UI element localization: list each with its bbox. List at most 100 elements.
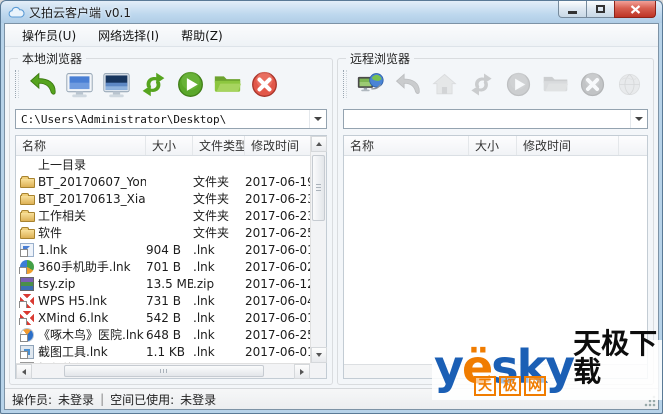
- remote-back-button[interactable]: [391, 68, 423, 100]
- column-header-size[interactable]: 大小: [469, 136, 517, 155]
- desktop-icon: [102, 70, 131, 99]
- toolbar-gripper[interactable]: [343, 70, 347, 98]
- file-row[interactable]: 360手机助手.lnk701 B.lnk2017-06-02 16:0: [16, 258, 310, 275]
- file-row[interactable]: XMind 6.lnk542 B.lnk2017-06-01 13:4: [16, 309, 310, 326]
- window-controls: [558, 1, 656, 18]
- horizontal-scrollbar[interactable]: [16, 363, 310, 378]
- file-size: 731 B: [146, 294, 193, 308]
- scroll-right-button[interactable]: [294, 364, 310, 379]
- file-row[interactable]: 截图工具.lnk1.1 KB.lnk2017-06-01 13:4: [16, 343, 310, 360]
- file-row[interactable]: 1.lnk904 B.lnk2017-06-01 13:4: [16, 241, 310, 258]
- file-row[interactable]: BT_20170607_YongH...文件夹2017-06-19 17:4: [16, 173, 310, 190]
- remote-file-list-body: [344, 156, 647, 364]
- maximize-button[interactable]: [587, 1, 614, 18]
- file-name: XMind 6.lnk: [38, 311, 146, 325]
- remote-home-button[interactable]: [428, 68, 460, 100]
- remote-address-combo[interactable]: [343, 109, 648, 129]
- minimize-icon: [568, 11, 577, 14]
- zip-icon: [20, 277, 34, 291]
- file-icon-cell: [16, 226, 38, 239]
- s360-icon: [20, 260, 34, 274]
- new-folder-button[interactable]: [211, 68, 243, 100]
- vertical-scrollbar[interactable]: [310, 136, 326, 363]
- column-header-name[interactable]: 名称: [16, 136, 146, 155]
- remote-site-button[interactable]: [613, 68, 645, 100]
- remote-horizontal-scroll-track[interactable]: [344, 364, 647, 378]
- menu-help[interactable]: 帮助(Z): [172, 24, 232, 47]
- file-type: 文件夹: [193, 173, 245, 190]
- file-row[interactable]: 《啄木鸟》医院.lnk648 B.lnk2017-06-25 09:4: [16, 326, 310, 343]
- file-time: 2017-06-25 09:4: [245, 328, 310, 342]
- file-row[interactable]: 软件文件夹2017-06-25 09:5: [16, 224, 310, 241]
- file-time: 2017-06-12 16:1: [245, 277, 310, 291]
- file-size: 542 B: [146, 311, 193, 325]
- refresh-button[interactable]: [137, 68, 169, 100]
- file-name: 360手机助手.lnk: [38, 258, 146, 275]
- snip-icon: [20, 345, 34, 359]
- file-icon-cell: [16, 345, 38, 359]
- maximize-icon: [596, 5, 605, 13]
- vertical-scroll-thumb[interactable]: [312, 155, 325, 221]
- remote-browser-panel: 远程浏览器 名称 大小 修改时间: [337, 58, 654, 385]
- status-separator: |: [100, 392, 104, 406]
- menu-network[interactable]: 网络选择(I): [89, 24, 168, 47]
- close-button[interactable]: [614, 1, 656, 18]
- column-header-size[interactable]: 大小: [146, 136, 193, 155]
- remote-file-list: 名称 大小 修改时间: [343, 135, 648, 379]
- file-name: 1.lnk: [38, 243, 146, 257]
- remote-refresh-button[interactable]: [465, 68, 497, 100]
- local-address-dropdown[interactable]: [309, 110, 326, 128]
- remote-start-button[interactable]: [502, 68, 534, 100]
- file-icon-cell: [16, 158, 38, 172]
- close-circle-icon: [250, 70, 279, 99]
- local-file-list: 名称 大小 文件类型 修改时间 上一目录BT_20170607_YongH...…: [15, 135, 327, 379]
- folder-icon: [213, 70, 242, 99]
- minimize-button[interactable]: [558, 1, 587, 18]
- file-time: 2017-06-19 17:4: [245, 175, 310, 189]
- file-row[interactable]: WPS H5.lnk731 B.lnk2017-06-04 11:0: [16, 292, 310, 309]
- remote-toolbar: [343, 65, 648, 103]
- connect-button[interactable]: [354, 68, 386, 100]
- local-address-value: C:\Users\Administrator\Desktop\: [16, 113, 309, 126]
- folder-icon: [20, 178, 35, 188]
- remote-cancel-button[interactable]: [576, 68, 608, 100]
- resize-grip[interactable]: [644, 395, 656, 407]
- cancel-button[interactable]: [248, 68, 280, 100]
- column-header-name[interactable]: 名称: [344, 136, 469, 155]
- toolbar-gripper[interactable]: [15, 70, 19, 98]
- menu-operator[interactable]: 操作员(U): [13, 24, 85, 47]
- file-row[interactable]: tsy.zip13.5 MB.zip2017-06-12 16:1: [16, 275, 310, 292]
- file-icon-cell: [16, 192, 38, 205]
- file-row[interactable]: BT_20170613_XianX...文件夹2017-06-23 14:5: [16, 190, 310, 207]
- remote-address-dropdown[interactable]: [630, 110, 647, 128]
- local-address-combo[interactable]: C:\Users\Administrator\Desktop\: [15, 109, 327, 129]
- file-name: 《啄木鸟》医院.lnk: [38, 326, 146, 343]
- folder-icon: [20, 195, 35, 205]
- back-button[interactable]: [26, 68, 58, 100]
- file-row[interactable]: 上一目录: [16, 156, 310, 173]
- desktop-button[interactable]: [100, 68, 132, 100]
- file-name: BT_20170613_XianX...: [38, 192, 146, 206]
- scroll-down-button[interactable]: [311, 347, 327, 363]
- column-header-time[interactable]: 修改时间: [517, 136, 619, 155]
- file-time: 2017-06-23 14:4: [245, 209, 310, 223]
- remote-new-folder-button[interactable]: [539, 68, 571, 100]
- file-icon-cell: [16, 209, 38, 222]
- horizontal-scroll-thumb[interactable]: [64, 365, 264, 377]
- file-type: .lnk: [193, 243, 245, 257]
- file-name: tsy.zip: [38, 277, 146, 291]
- column-header-type[interactable]: 文件类型: [193, 136, 245, 155]
- status-space-value: 未登录: [180, 391, 216, 408]
- scroll-up-button[interactable]: [311, 136, 327, 152]
- scroll-left-button[interactable]: [16, 364, 32, 379]
- file-icon-cell: [16, 243, 38, 257]
- file-type: .lnk: [193, 328, 245, 342]
- start-transfer-button[interactable]: [174, 68, 206, 100]
- local-browser-panel: 本地浏览器 C:\Users\Administrator\Desktop\ 名称…: [9, 58, 333, 385]
- file-icon-cell: [16, 311, 38, 325]
- refresh-icon: [139, 70, 168, 99]
- file-time: 2017-06-01 13:4: [245, 345, 310, 359]
- file-row[interactable]: 工作相关文件夹2017-06-23 14:4: [16, 207, 310, 224]
- file-time: 2017-06-25 09:5: [245, 226, 310, 240]
- computer-button[interactable]: [63, 68, 95, 100]
